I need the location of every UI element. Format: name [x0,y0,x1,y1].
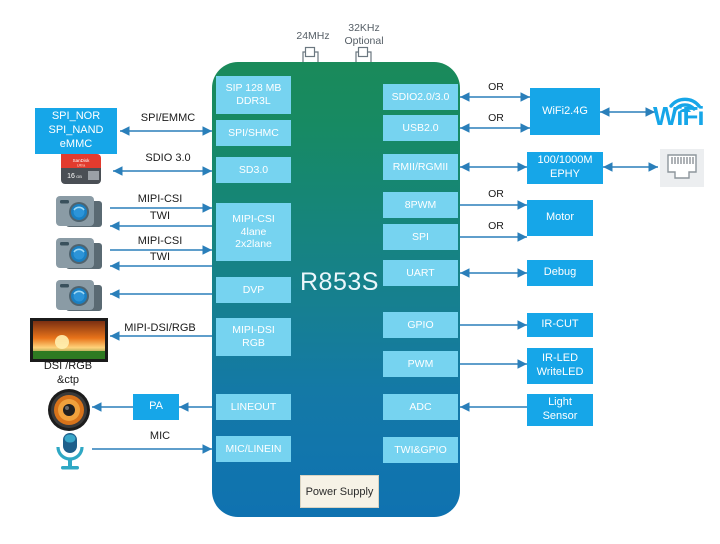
camera-icon-2 [56,238,102,269]
camera-icon-1 [56,196,102,227]
motor-module-box[interactable]: Motor [527,200,593,236]
port-sd30-label: SD3.0 [238,163,269,176]
wifi-module-label: WiFi2.4G [542,104,588,117]
port-dvp[interactable]: DVP [216,277,291,303]
memory-line2: SPI_NAND [48,124,104,137]
conn-label-sdio30: SDIO 3.0 [145,152,191,164]
ir-cut-module-box[interactable]: IR-CUT [527,313,593,337]
ir-led-line2: WriteLED [536,366,584,378]
port-sdio-label: SDIO2.0/3.0 [391,90,450,103]
port-gpio[interactable]: GPIO [383,312,458,338]
microphone-icon [56,433,84,470]
port-mic-linein-label: MIC/LINEIN [225,442,282,455]
conn-label-mipi-csi-1: MIPI-CSI [137,193,183,205]
port-8pwm[interactable]: 8PWM [383,192,458,218]
conn-label-mic: MIC [149,430,171,442]
svg-text:16: 16 [67,173,75,180]
light-sensor-line1: Light [548,396,572,409]
port-sd30[interactable]: SD3.0 [216,157,291,183]
svg-text:Ultra: Ultra [77,163,86,168]
display-panel-icon [30,318,108,362]
light-sensor-module-box[interactable]: Light Sensor [527,394,593,426]
port-lineout-label: LINEOUT [230,400,277,413]
conn-label-twi-2: TWI [149,251,171,263]
ephy-module-box[interactable]: 100/1000M EPHY [527,152,603,184]
port-twi-gpio[interactable]: TWI&GPIO [383,437,458,463]
port-uart-label: UART [406,266,435,279]
power-supply-label: Power Supply [305,485,374,498]
port-pwm-label: PWM [407,357,434,370]
debug-label: Debug [543,266,577,279]
conn-label-mipi-dsi-rgb: MIPI-DSI/RGB [124,322,196,334]
wifi-logo-icon: WiFi [653,90,715,134]
clock-label-32khz: 32KHz Optional [334,22,394,47]
port-adc[interactable]: ADC [383,394,458,420]
port-mipi-csi-line3: 2x2lane [235,238,272,251]
port-mipi-dsi-line2: RGB [242,337,265,349]
ir-cut-label: IR-CUT [541,318,579,331]
camera-icon-3 [56,280,102,311]
port-sdio[interactable]: SDIO2.0/3.0 [383,84,458,110]
port-sip-ddr-line2: DDR3L [236,95,271,107]
or-label-2: OR [488,112,504,124]
port-dvp-label: DVP [242,283,265,296]
port-rmii-rgmii-label: RMII/RGMII [392,160,449,173]
ephy-line2: EPHY [550,168,580,180]
memory-box[interactable]: SPI_NOR SPI_NAND eMMC [35,108,117,154]
or-label-3: OR [488,188,504,200]
ephy-line1: 100/1000M [537,154,593,167]
port-mipi-csi[interactable]: MIPI-CSI 4lane 2x2lane [216,203,291,261]
pa-label: PA [149,400,163,413]
port-spi-label: SPI [412,230,429,243]
clock-32khz-line2: Optional [344,34,384,47]
port-mipi-csi-line2: 4lane [240,225,267,238]
light-sensor-line2: Sensor [542,410,578,422]
port-usb[interactable]: USB2.0 [383,115,458,141]
speaker-icon [48,389,90,431]
memory-line1: SPI_NOR [51,110,101,123]
port-8pwm-label: 8PWM [404,198,437,211]
wifi-logo-label: WiFi [653,101,705,131]
port-gpio-label: GPIO [407,318,434,331]
or-label-4: OR [488,220,504,232]
port-lineout[interactable]: LINEOUT [216,394,291,420]
port-mipi-dsi-line1: MIPI-DSI [232,324,275,337]
pa-box[interactable]: PA [133,394,179,420]
conn-label-spi-emmc: SPI/EMMC [140,112,196,124]
port-twi-gpio-label: TWI&GPIO [394,443,447,456]
port-adc-label: ADC [409,400,432,413]
dsi-rgb-caption-line1: DSI /RGB [43,360,93,372]
port-pwm[interactable]: PWM [383,351,458,377]
conn-label-mipi-csi-2: MIPI-CSI [137,235,183,247]
svg-text:GB: GB [76,174,82,179]
port-mipi-dsi-rgb[interactable]: MIPI-DSI RGB [216,318,291,356]
diagram-canvas: 24MHz 32KHz Optional R853S SIP 128 MB DD… [0,0,720,544]
port-spi-shmc[interactable]: SPI/SHMC [216,120,291,146]
port-mic-linein[interactable]: MIC/LINEIN [216,436,291,462]
port-spi[interactable]: SPI [383,224,458,250]
or-label-1: OR [488,81,504,93]
conn-label-twi-1: TWI [149,210,171,222]
wifi-module-box[interactable]: WiFi2.4G [530,88,600,135]
ir-led-line1: IR-LED [541,352,579,365]
power-supply-block: Power Supply [300,475,379,508]
port-sip-ddr-line1: SIP 128 MB [225,82,282,95]
debug-module-box[interactable]: Debug [527,260,593,286]
clock-32khz-line1: 32KHz [348,22,380,34]
ir-led-module-box[interactable]: IR-LED WriteLED [527,348,593,384]
port-sip-ddr[interactable]: SIP 128 MB DDR3L [216,76,291,114]
motor-label: Motor [545,211,575,224]
sd-card-icon: SanDisk Ultra 16 GB [61,154,101,184]
dsi-rgb-caption-line2: &ctp [56,373,79,386]
dsi-rgb-caption: DSI /RGB &ctp [22,360,114,388]
port-usb-label: USB2.0 [402,121,439,134]
port-mipi-csi-line1: MIPI-CSI [232,213,275,226]
memory-line3: eMMC [59,137,93,150]
port-spi-shmc-label: SPI/SHMC [228,126,279,139]
port-uart[interactable]: UART [383,260,458,286]
rj45-jack-icon [660,149,704,187]
port-rmii-rgmii[interactable]: RMII/RGMII [383,154,458,180]
